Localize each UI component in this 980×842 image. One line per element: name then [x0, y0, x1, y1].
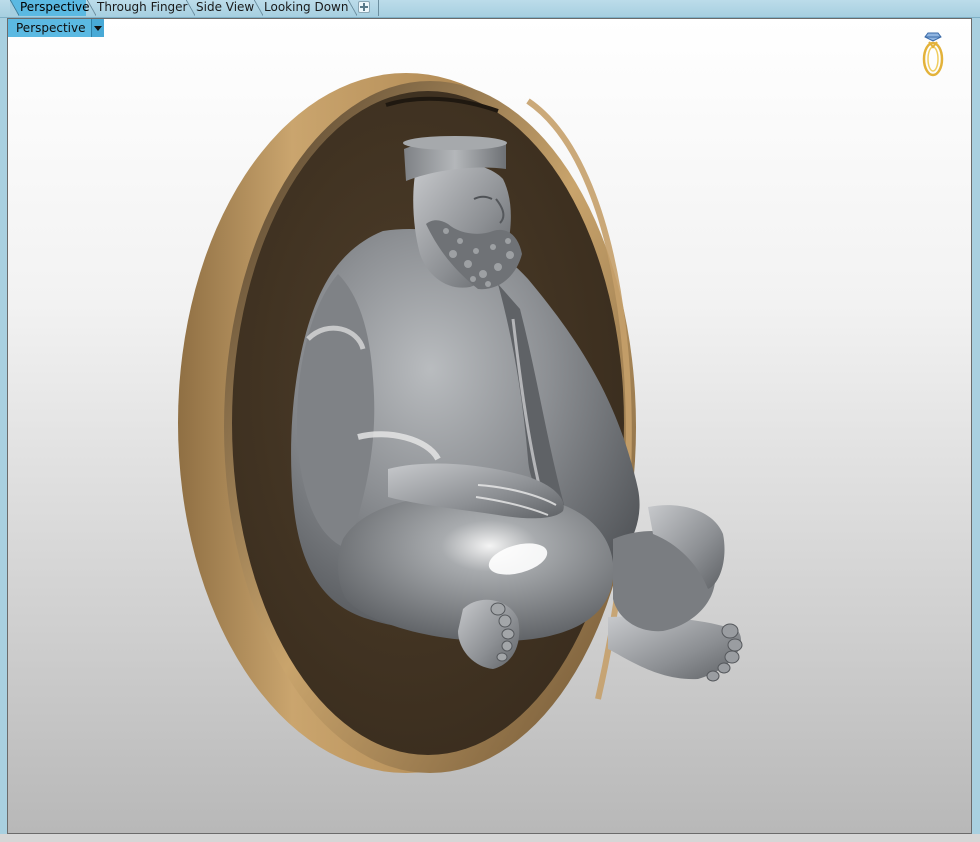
tab-label: Side View	[196, 0, 255, 14]
tab-side-view[interactable]: Side View	[186, 0, 254, 16]
viewport-mode-selector[interactable]: Perspective	[8, 19, 104, 37]
viewport-mode-label[interactable]: Perspective	[8, 19, 91, 37]
tab-label: Through Finger	[97, 0, 188, 14]
3d-viewport[interactable]: Perspective	[7, 18, 972, 834]
view-tab-bar: Perspective Through Finger Side View Loo…	[0, 0, 980, 18]
ring-icon[interactable]	[919, 29, 947, 79]
plus-icon	[358, 1, 370, 13]
chevron-down-icon[interactable]	[90, 19, 104, 37]
tab-label: Perspective	[20, 0, 90, 14]
window-bottom-frame	[0, 834, 980, 842]
tab-perspective[interactable]: Perspective	[10, 0, 90, 16]
tab-through-finger[interactable]: Through Finger	[87, 0, 188, 16]
tab-looking-down[interactable]: Looking Down	[254, 0, 348, 16]
add-tab-button[interactable]	[348, 0, 378, 16]
tab-divider	[378, 0, 379, 16]
tab-label: Looking Down	[264, 0, 349, 14]
pendant-model-render[interactable]	[8, 19, 972, 834]
cap-top	[403, 136, 507, 150]
